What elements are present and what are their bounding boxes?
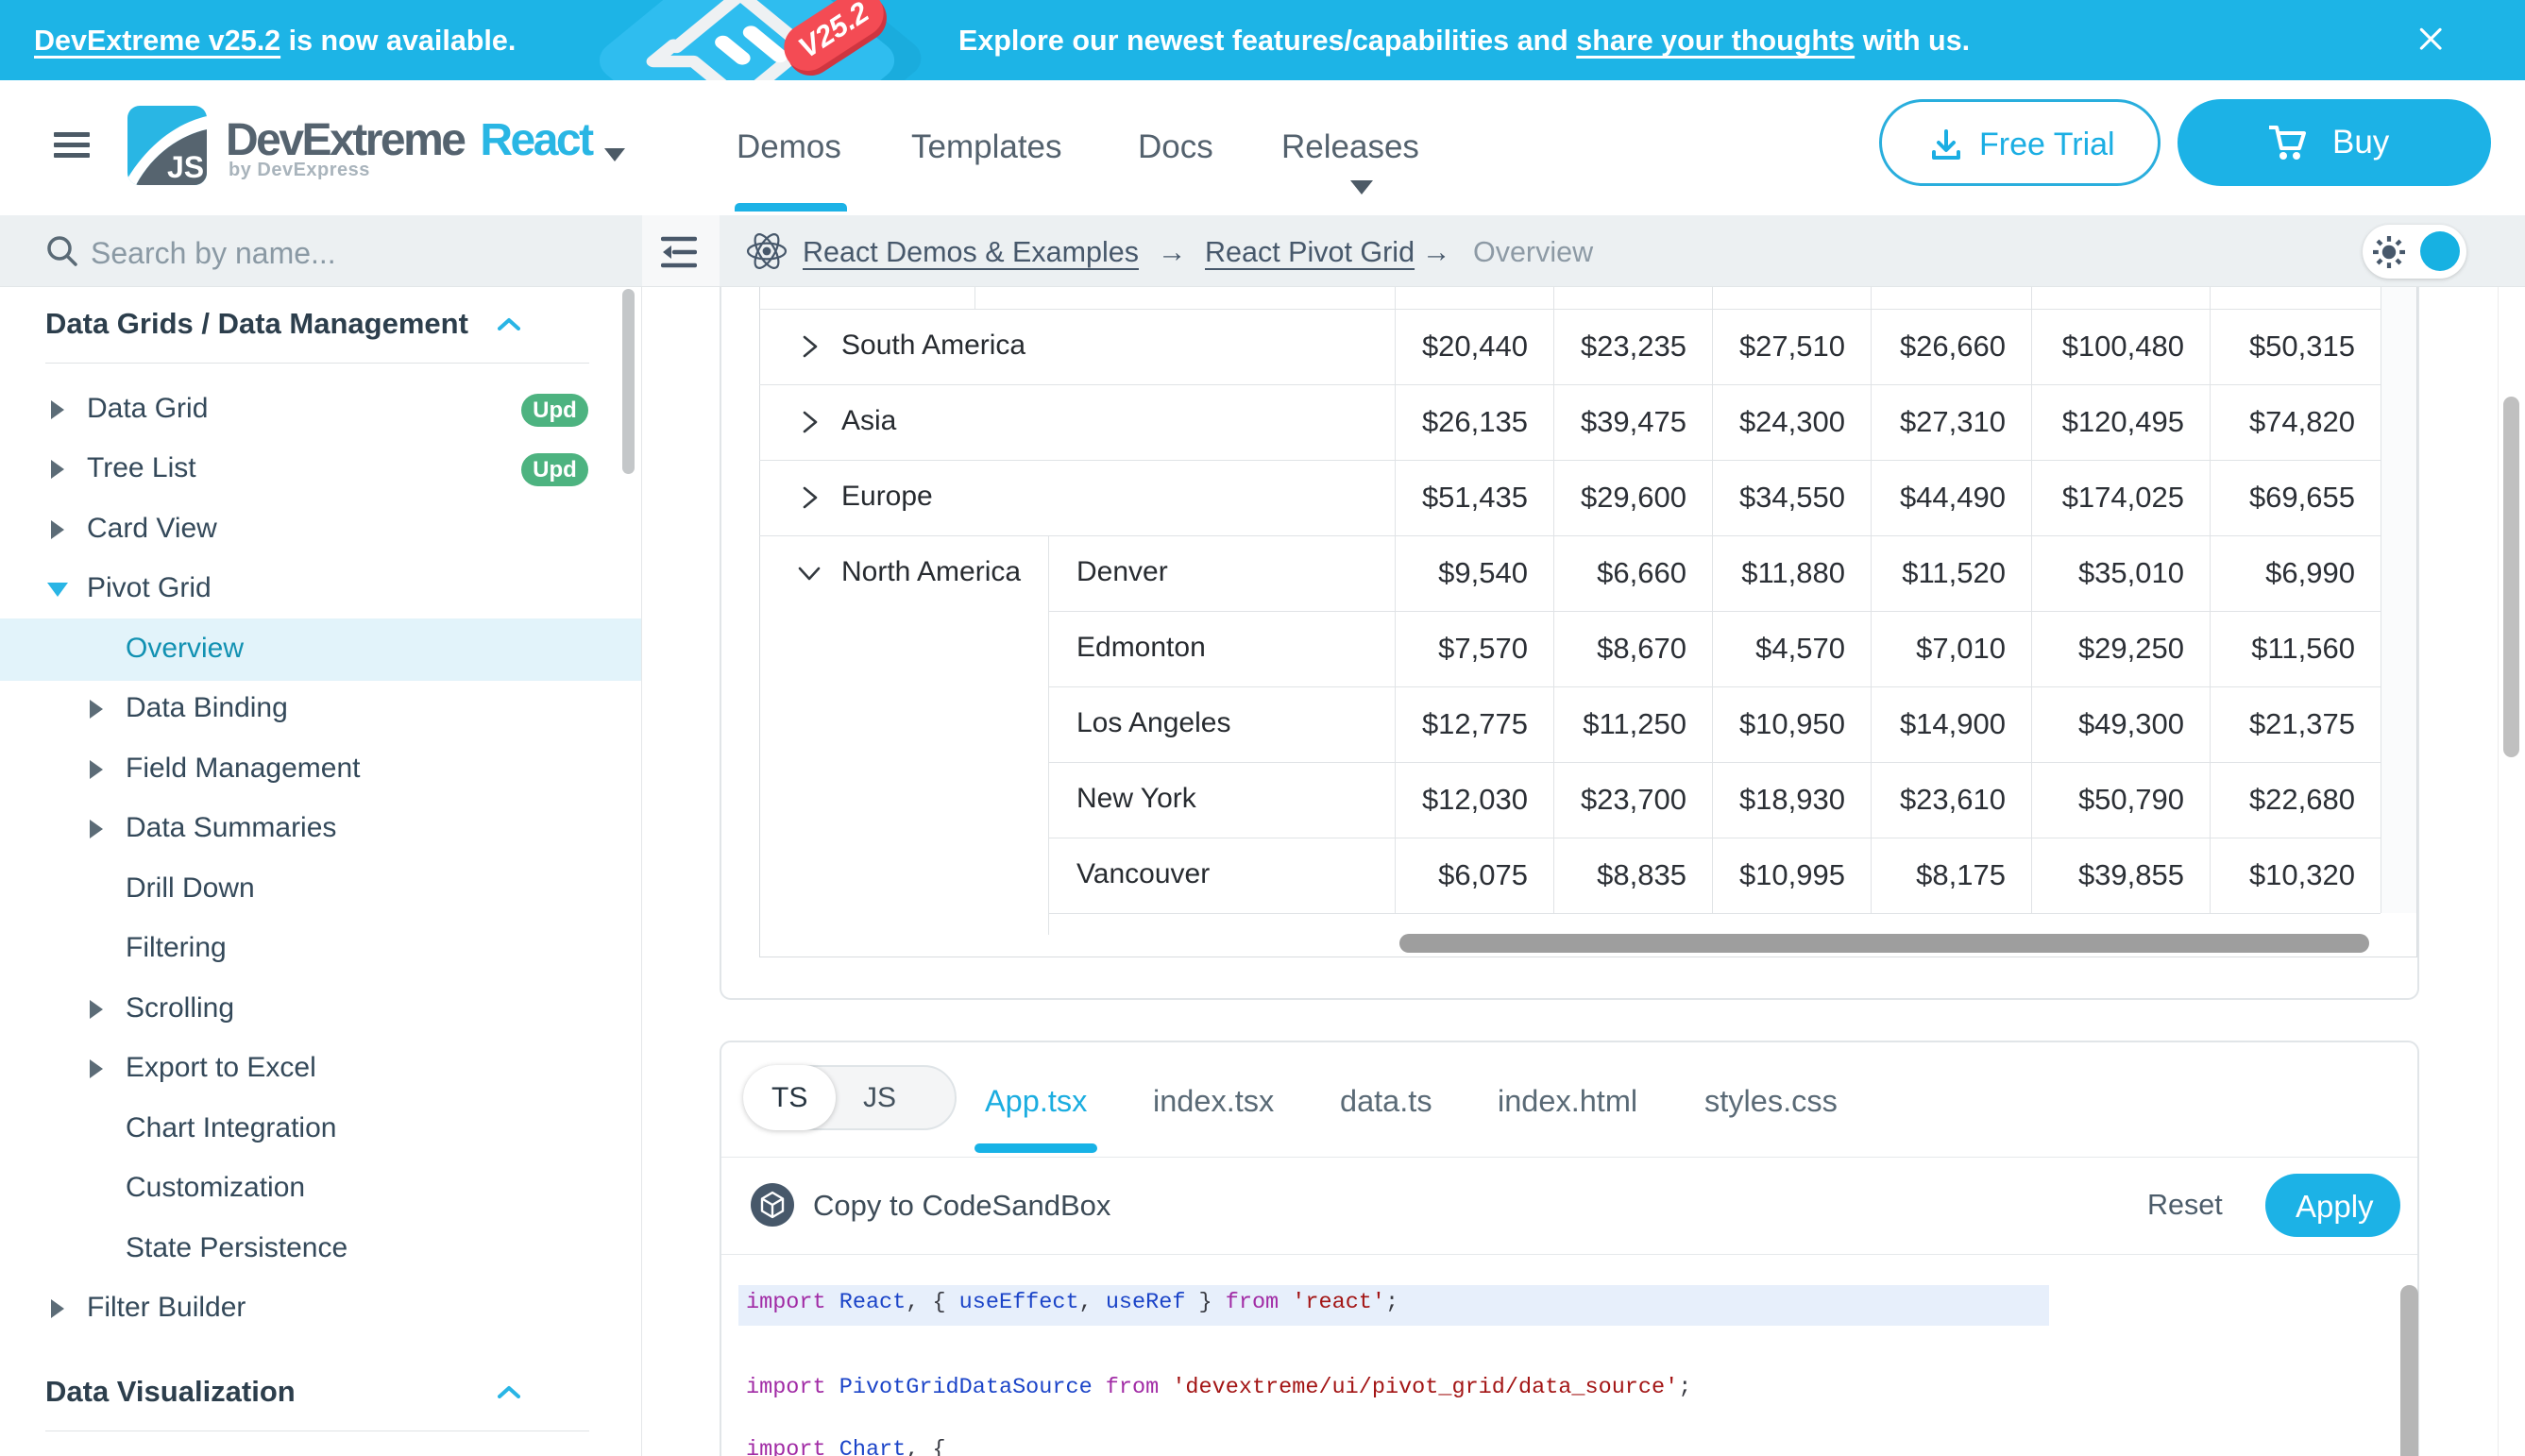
svg-text:JS: JS	[167, 150, 204, 184]
